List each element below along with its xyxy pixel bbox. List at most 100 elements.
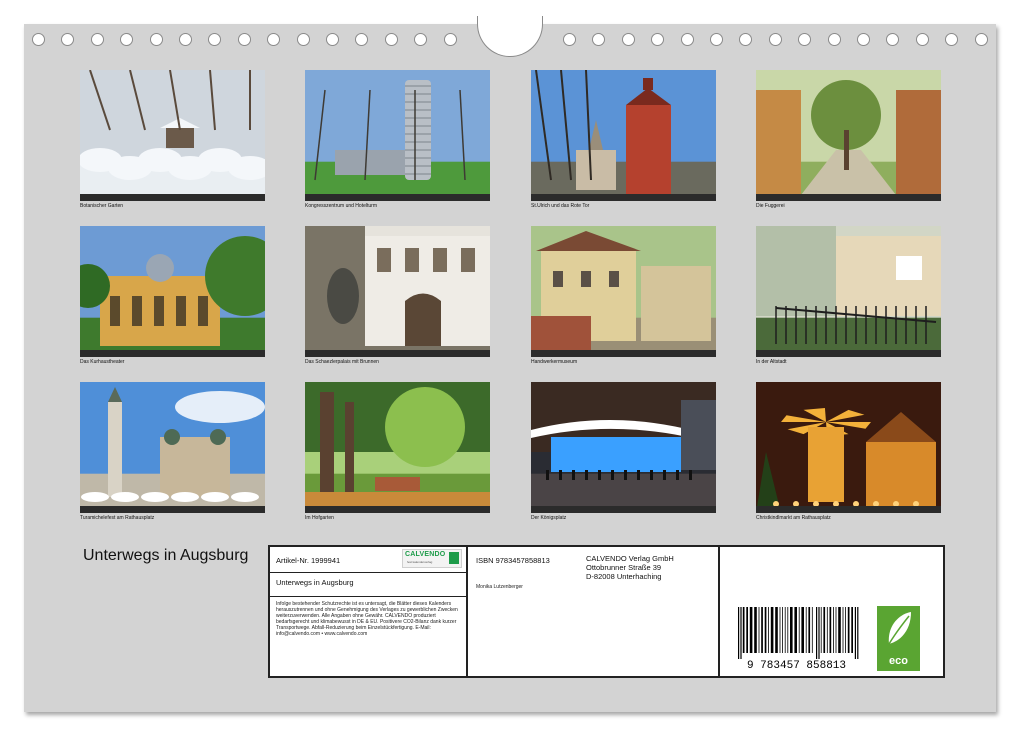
brand-subline: fest kalenderverlag (407, 560, 433, 564)
photo-8 (756, 226, 941, 357)
publisher-line-3: D-82008 Unterhaching (586, 572, 662, 581)
photo-date-strip (305, 194, 490, 201)
binding-hole (208, 33, 222, 46)
photo-1 (80, 70, 265, 201)
photo-image (531, 226, 716, 357)
photo-date-strip (305, 506, 490, 513)
binding-hole (267, 33, 281, 46)
binding-hole (768, 33, 782, 46)
photo-date-strip (80, 194, 265, 201)
photo-date-strip (531, 350, 716, 357)
binding-hole (443, 33, 457, 46)
photo-3 (531, 70, 716, 201)
photo-image (756, 226, 941, 357)
photo-date-strip (531, 506, 716, 513)
hanger-notch (477, 16, 543, 57)
binding-hole (651, 33, 665, 46)
photo-2 (305, 70, 490, 201)
binding-hole (710, 33, 723, 46)
photo-caption: Der Königsplatz (531, 515, 567, 521)
photo-11 (531, 382, 716, 513)
brand-name: CALVENDO (405, 551, 446, 558)
photo-image (80, 382, 265, 513)
photo-caption: Christkindlmarkt am Rathausplatz (756, 515, 831, 521)
binding-hole (827, 33, 841, 46)
photo-caption: Handwerkermuseum (531, 359, 578, 365)
photo-caption: Kongresszentrum und Hotelturm (305, 203, 377, 209)
photo-date-strip (305, 350, 490, 357)
binding-hole (857, 33, 870, 46)
photo-caption: Turamichelefest am Rathausplatz (80, 515, 155, 521)
photo-date-strip (756, 350, 941, 357)
photo-date-strip (531, 194, 716, 201)
isbn: ISBN 9783457858813 (476, 556, 550, 565)
publisher-line-1: CALVENDO Verlag GmbH (586, 554, 674, 563)
photo-image (305, 382, 490, 513)
barcode-digits: 9 783457 858813 (746, 660, 847, 672)
photo-image (531, 70, 716, 201)
photo-7 (531, 226, 716, 357)
calendar-title: Unterwegs in Augsburg (83, 547, 249, 564)
eco-badge: eco (877, 606, 920, 671)
publisher-line-2: Ottobrunner Straße 39 (586, 563, 662, 572)
binding-hole (326, 33, 339, 46)
binding-hole (886, 33, 900, 46)
calvendo-logo: CALVENDO fest kalenderverlag (402, 549, 462, 568)
binding-hole (179, 33, 192, 46)
photo-12 (756, 382, 941, 513)
legal-notice: Infolge bestehender Schutzrechte ist es … (276, 601, 458, 637)
binding-hole (621, 33, 635, 46)
binding-hole (739, 33, 753, 46)
photo-5 (80, 226, 265, 357)
info-divider (270, 596, 466, 597)
binding-hole (120, 33, 134, 46)
photo-image (305, 70, 490, 201)
photo-9 (80, 382, 265, 513)
binding-hole (592, 33, 606, 46)
article-number: Artikel-Nr. 1999941 (276, 556, 341, 565)
binding-hole (32, 33, 45, 46)
brand-mark-icon (449, 552, 459, 564)
photo-caption: Das Kurhaustheater (80, 359, 125, 365)
binding-hole (237, 33, 251, 46)
binding-hole (915, 33, 929, 46)
binding-hole (563, 33, 576, 46)
leaf-icon (888, 612, 911, 645)
photo-caption: Im Hofgarten (305, 515, 334, 521)
info-divider (270, 572, 466, 573)
photo-caption: In der Altstadt (756, 359, 787, 365)
binding-hole (680, 33, 694, 46)
photo-date-strip (80, 350, 265, 357)
binding-hole (945, 33, 959, 46)
photo-image (305, 226, 490, 357)
binding-hole (974, 33, 988, 46)
photo-caption: Die Fuggerei (756, 203, 785, 209)
photo-image (80, 70, 265, 201)
photo-caption: Das Schaezlerpalais mit Brunnen (305, 359, 379, 365)
barcode-bars (738, 607, 859, 659)
binding-hole (296, 33, 310, 46)
author: Monika Lutzenberger (476, 584, 523, 590)
binding-hole (90, 33, 104, 46)
photo-date-strip (756, 506, 941, 513)
binding-hole (384, 33, 398, 46)
photo-10 (305, 382, 490, 513)
binding-hole (798, 33, 812, 46)
binding-hole (414, 33, 428, 46)
photo-caption: St.Ulrich und das Rote Tor (531, 203, 590, 209)
photo-image (756, 70, 941, 201)
photo-date-strip (80, 506, 265, 513)
photo-date-strip (756, 194, 941, 201)
binding-hole (61, 33, 75, 46)
binding-hole (355, 33, 369, 46)
photo-image (80, 226, 265, 357)
product-title: Unterwegs in Augsburg (276, 578, 354, 587)
spiral-binding (0, 0, 1020, 60)
eco-label: eco (889, 655, 908, 667)
photo-image (756, 382, 941, 513)
binding-hole (149, 33, 163, 46)
photo-caption: Botanischer Garten (80, 203, 124, 209)
photo-4 (756, 70, 941, 201)
photo-image (531, 382, 716, 513)
photo-6 (305, 226, 490, 357)
